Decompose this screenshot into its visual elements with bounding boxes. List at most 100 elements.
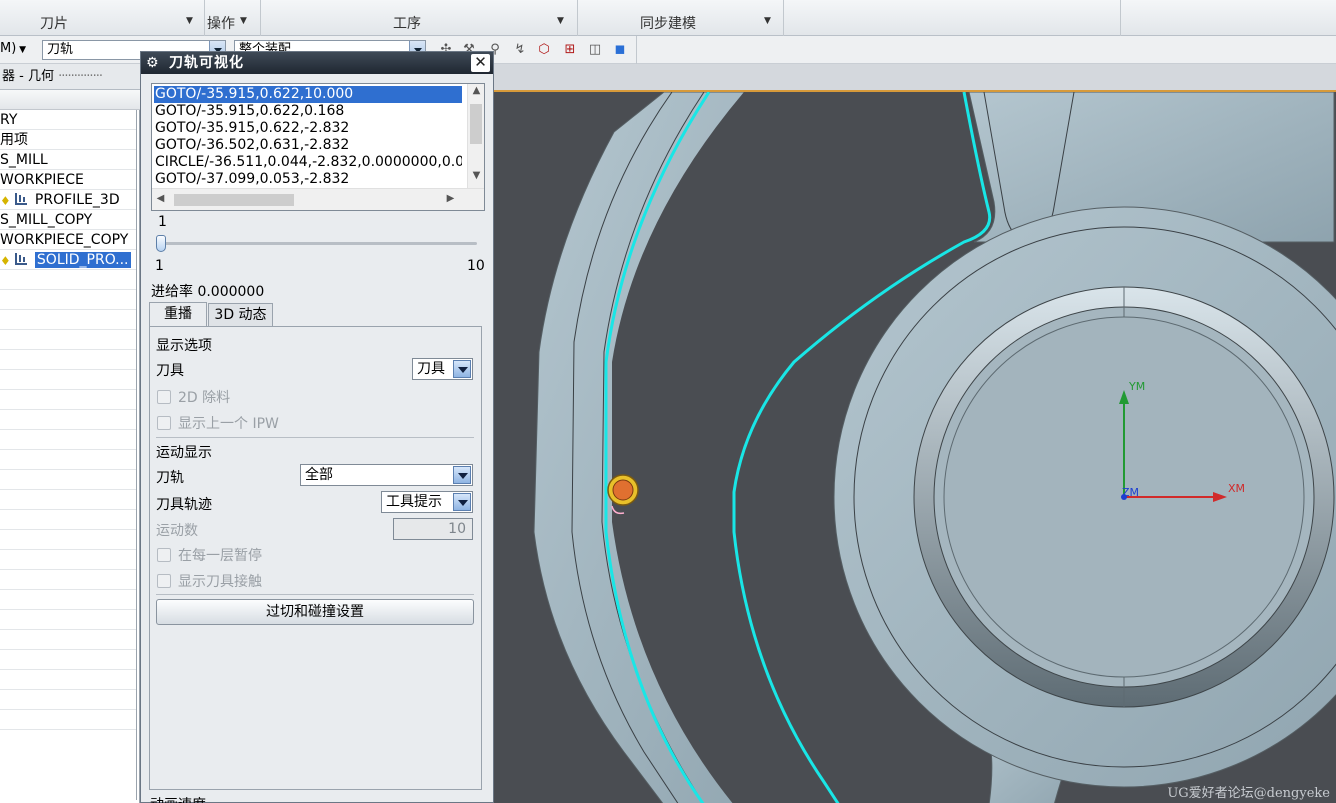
scroll-thumb[interactable] xyxy=(174,194,294,206)
dialog-titlebar[interactable]: 刀轨可视化 xyxy=(141,52,493,74)
feed-rate-readout: 进给率 0.000000 xyxy=(151,284,265,300)
toolbar-divider xyxy=(636,36,637,64)
vertical-scrollbar[interactable]: ▲ ▼ xyxy=(467,84,484,188)
mode-menu[interactable]: M) ▼ xyxy=(0,41,26,56)
ribbon-group-label: 同步建模 xyxy=(640,16,696,32)
path-display-select[interactable]: 全部 xyxy=(300,464,473,486)
chevron-down-icon[interactable] xyxy=(453,493,471,511)
nav-row-label: WORKPIECE xyxy=(0,172,84,188)
axis-z-label: ZM xyxy=(1122,486,1140,499)
list-item-selected[interactable]: GOTO/-35.915,0.622,10.000 xyxy=(154,86,462,103)
chevron-down-icon: ▼ xyxy=(240,16,247,26)
tool-display-select[interactable]: 刀具 xyxy=(412,358,473,380)
nav-row[interactable]: 用项 xyxy=(0,130,136,150)
nav-row[interactable]: ♦ PROFILE_3D xyxy=(0,190,136,210)
nav-row-empty xyxy=(0,410,136,430)
chevron-down-icon[interactable] xyxy=(453,360,471,378)
motion-slider-track[interactable] xyxy=(159,242,477,245)
axis-x-label: XM xyxy=(1228,482,1246,495)
nav-row-empty xyxy=(0,450,136,470)
list-item[interactable]: GOTO/-35.915,0.622,-2.832 xyxy=(154,120,462,137)
scroll-right-icon[interactable]: ▶ xyxy=(442,193,459,204)
motion-slider-thumb[interactable] xyxy=(156,235,166,252)
scroll-up-icon[interactable]: ▲ xyxy=(468,85,484,96)
scroll-down-icon[interactable]: ▼ xyxy=(468,170,484,181)
nav-row-empty xyxy=(0,570,136,590)
slider-max-label: 10 xyxy=(467,258,485,274)
nav-row-empty xyxy=(0,490,136,510)
nav-row-empty xyxy=(0,710,136,730)
nav-row[interactable]: RY xyxy=(0,110,136,130)
replay-tab-panel: 显示选项 刀具 刀具 2D 除料 显示上一个 IPW 运动显示 刀轨 全部 刀具… xyxy=(149,326,482,790)
scroll-left-icon[interactable]: ◀ xyxy=(152,193,169,204)
gouge-collision-settings-button[interactable]: 过切和碰撞设置 xyxy=(156,599,474,625)
hexagon-icon[interactable]: ⬡ xyxy=(536,42,552,58)
ribbon-group-process[interactable]: 工序 ▼ xyxy=(393,13,573,33)
navigator-title-text: 器 - 几何 xyxy=(2,69,54,84)
show-prev-ipw-checkbox[interactable] xyxy=(157,416,171,430)
grid-point-icon[interactable]: ⊞ xyxy=(562,42,578,58)
gear-icon[interactable]: ⚙ xyxy=(146,54,162,72)
nav-row-empty xyxy=(0,530,136,550)
ribbon-group-label: 刀片 xyxy=(40,16,68,32)
ribbon-group-operation[interactable]: 操作 ▼ xyxy=(207,13,257,33)
ribbon-group-label: 工序 xyxy=(393,16,421,32)
motion-count-input[interactable]: 10 xyxy=(393,518,473,540)
navigator-column-header[interactable] xyxy=(0,90,140,110)
path-display-label: 刀轨 xyxy=(156,470,184,486)
tab-replay[interactable]: 重播 xyxy=(149,302,207,326)
horizontal-scrollbar[interactable]: ◀ ▶ xyxy=(152,188,484,210)
box-view-icon[interactable]: ◫ xyxy=(587,42,603,58)
list-item[interactable]: GOTO/-35.915,0.622,0.168 xyxy=(154,103,462,120)
section-divider xyxy=(156,594,474,595)
dialog-title: 刀轨可视化 xyxy=(169,55,244,71)
remove-2d-checkbox[interactable] xyxy=(157,390,171,404)
nav-row-empty xyxy=(0,270,136,290)
nav-row-label: 用项 xyxy=(0,132,28,148)
ribbon-bar: 刀片 ▼ 操作 ▼ 工序 ▼ 同步建模 ▼ xyxy=(0,0,1336,36)
show-tool-contact-checkbox[interactable] xyxy=(157,574,171,588)
path-display-value: 全部 xyxy=(305,467,333,483)
ribbon-group-blade[interactable]: 刀片 ▼ xyxy=(40,13,200,33)
navigator-rows: RY 用项 S_MILL WORKPIECE ♦ PROFILE_3D S_MI… xyxy=(0,110,136,730)
nav-row-selected[interactable]: ♦ SOLID_PRO... xyxy=(0,250,136,270)
remove-2d-label: 2D 除料 xyxy=(178,390,231,406)
tool-display-value: 刀具 xyxy=(417,361,445,377)
show-prev-ipw-label: 显示上一个 IPW xyxy=(178,416,279,432)
nav-row-label: S_MILL xyxy=(0,152,48,168)
graphics-viewport[interactable]: YM XM ZM UG爱好者论坛@dengyeke xyxy=(494,90,1336,803)
chevron-down-icon: ▼ xyxy=(186,16,193,26)
tab-3d-dynamic[interactable]: 3D 动态 xyxy=(208,303,273,326)
animation-speed-label: 动画速度 xyxy=(150,794,206,803)
chevron-down-icon[interactable] xyxy=(453,466,471,484)
nav-row[interactable]: S_MILL xyxy=(0,150,136,170)
show-tool-contact-label: 显示刀具接触 xyxy=(178,574,262,590)
scroll-thumb[interactable] xyxy=(470,104,482,144)
tool-trace-select[interactable]: 工具提示 xyxy=(381,491,473,513)
pause-each-layer-checkbox[interactable] xyxy=(157,548,171,562)
nav-row-empty xyxy=(0,370,136,390)
nav-row[interactable]: WORKPIECE xyxy=(0,170,136,190)
list-item[interactable]: GOTO/-37.099,0.053,-2.832 xyxy=(154,171,462,188)
ribbon-group-sync-modeling[interactable]: 同步建模 ▼ xyxy=(640,13,780,33)
ribbon-divider xyxy=(783,0,784,36)
ribbon-divider xyxy=(577,0,578,36)
watermark: UG爱好者论坛@dengyeke xyxy=(1167,786,1330,801)
nav-row[interactable]: WORKPIECE_COPY xyxy=(0,230,136,250)
motion-listbox[interactable]: GOTO/-35.915,0.622,10.000 GOTO/-35.915,0… xyxy=(151,83,485,211)
nav-row-empty xyxy=(0,670,136,690)
path-icon[interactable]: ↯ xyxy=(512,42,528,58)
operation-icon xyxy=(15,253,28,265)
status-bulb-icon: ♦ xyxy=(0,254,11,268)
list-item[interactable]: CIRCLE/-36.511,0.044,-2.832,0.0000000,0.… xyxy=(154,154,462,171)
nav-row-label: PROFILE_3D xyxy=(34,192,120,208)
cube-icon[interactable]: ◼ xyxy=(612,42,628,58)
nav-row-empty xyxy=(0,330,136,350)
nav-row[interactable]: S_MILL_COPY xyxy=(0,210,136,230)
navigator-column-divider xyxy=(136,110,137,800)
nav-row-empty xyxy=(0,390,136,410)
type-filter-value: 刀轨 xyxy=(47,42,74,57)
list-item[interactable]: GOTO/-36.502,0.631,-2.832 xyxy=(154,137,462,154)
close-button[interactable]: ✕ xyxy=(471,54,490,72)
mode-menu-label: M) xyxy=(0,41,17,56)
